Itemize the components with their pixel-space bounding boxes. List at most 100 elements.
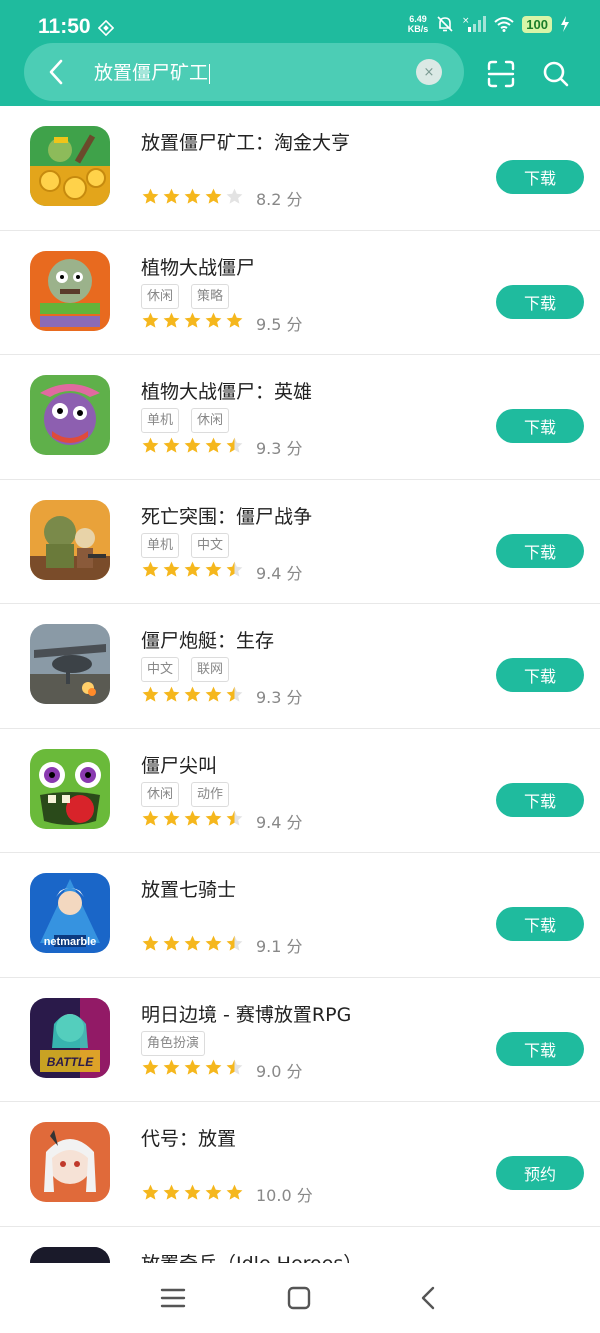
app-tag: 中文 bbox=[191, 532, 230, 558]
bell-muted-icon bbox=[437, 16, 453, 32]
svg-text:BATTLE: BATTLE bbox=[47, 1055, 94, 1069]
chevron-left-icon bbox=[49, 59, 63, 85]
clear-search-button[interactable]: × bbox=[416, 59, 442, 85]
plants-vs-zombies-icon[interactable] bbox=[30, 250, 110, 331]
gold-coins-zombie-miner-icon[interactable] bbox=[30, 126, 110, 206]
app-list-item[interactable]: 僵尸炮艇：生存 中文 联网 9.3 分 下载 bbox=[0, 604, 600, 729]
reserve-button[interactable]: 预约 bbox=[496, 1156, 584, 1190]
download-button[interactable]: 下载 bbox=[496, 658, 584, 692]
scan-icon[interactable] bbox=[487, 60, 515, 88]
app-rating: 8.2 分 bbox=[141, 186, 303, 210]
download-button[interactable]: 下载 bbox=[496, 160, 584, 194]
download-button[interactable]: 下载 bbox=[496, 907, 584, 941]
menu-icon[interactable] bbox=[160, 1286, 186, 1310]
app-list-item[interactable]: 植物大战僵尸 休闲 策略 9.5 分 下载 bbox=[0, 231, 600, 355]
status-indicators: 6.49 KB/s × 100 bbox=[408, 14, 570, 34]
download-button[interactable]: 下载 bbox=[496, 284, 584, 319]
download-button[interactable]: 下载 bbox=[496, 409, 584, 443]
back-icon[interactable] bbox=[418, 1285, 438, 1311]
app-title[interactable]: 明日边境 - 赛博放置RPG bbox=[141, 1000, 351, 1027]
zombie-gunship-icon[interactable] bbox=[30, 624, 110, 704]
home-icon[interactable] bbox=[287, 1286, 311, 1310]
app-tags: 休闲 动作 bbox=[141, 781, 230, 807]
star-icon bbox=[204, 311, 223, 334]
rating-stars bbox=[141, 809, 244, 832]
star-icon bbox=[183, 187, 202, 210]
app-tag: 动作 bbox=[191, 781, 230, 807]
star-icon bbox=[225, 187, 244, 210]
app-list-item[interactable]: 死亡突围：僵尸战争 单机 中文 9.4 分 下载 bbox=[0, 480, 600, 604]
app-tag: 中文 bbox=[141, 657, 180, 682]
app-tag: 休闲 bbox=[141, 283, 180, 309]
app-tags: 单机 中文 bbox=[141, 532, 230, 558]
app-tag: 休闲 bbox=[141, 781, 180, 807]
app-list-item[interactable]: 放置僵尸矿工：淘金大亨 8.2 分 下载 bbox=[0, 106, 600, 231]
anime-girl-icon[interactable] bbox=[30, 1122, 110, 1202]
rating-stars bbox=[141, 1183, 244, 1206]
idle-heroes-icon[interactable] bbox=[30, 1246, 110, 1263]
download-button[interactable]: 下载 bbox=[496, 1031, 584, 1066]
app-title[interactable]: 僵尸炮艇：生存 bbox=[141, 626, 274, 653]
search-query: 放置僵尸矿工 bbox=[94, 62, 209, 84]
star-icon bbox=[162, 685, 181, 708]
star-icon bbox=[225, 1058, 244, 1081]
app-score: 8.2 分 bbox=[256, 190, 303, 209]
system-nav-bar bbox=[0, 1263, 600, 1333]
app-title[interactable]: 放置僵尸矿工：淘金大亨 bbox=[141, 128, 350, 155]
app-list-item[interactable]: BATTLE 明日边境 - 赛博放置RPG 角色扮演 9.0 分 下载 bbox=[0, 978, 600, 1102]
star-icon bbox=[141, 1183, 160, 1206]
text-caret bbox=[209, 63, 211, 84]
star-icon bbox=[204, 560, 223, 583]
app-title[interactable]: 僵尸尖叫 bbox=[141, 751, 217, 778]
zombie-tsunami-icon[interactable] bbox=[30, 748, 110, 829]
app-title[interactable]: 植物大战僵尸 bbox=[141, 253, 255, 280]
app-title[interactable]: 放置七骑士 bbox=[141, 875, 236, 902]
rating-stars bbox=[141, 1058, 244, 1081]
app-rating: 9.5 分 bbox=[141, 311, 303, 335]
search-icon[interactable] bbox=[542, 60, 570, 88]
net-speed-value: 6.49 bbox=[409, 14, 427, 24]
app-list-item[interactable]: 僵尸尖叫休闲 动作 9.4 分 下载 bbox=[0, 729, 600, 853]
rating-stars bbox=[141, 685, 244, 708]
search-results-list: 放置僵尸矿工：淘金大亨 8.2 分下载 植物大战僵尸 休闲 策略 9.5 分下载 植物大战僵… bbox=[0, 106, 600, 1263]
search-header: 放置僵尸矿工 × bbox=[0, 42, 600, 106]
star-icon bbox=[183, 311, 202, 334]
app-title[interactable]: 代号：放置 bbox=[141, 1124, 236, 1151]
app-title[interactable]: 死亡突围：僵尸战争 bbox=[141, 502, 312, 529]
back-button[interactable] bbox=[42, 57, 70, 87]
app-title[interactable]: 放置奇兵（Idle Heroes） bbox=[141, 1249, 362, 1264]
pvz-heroes-icon[interactable] bbox=[30, 375, 110, 455]
netmarble-knight-icon[interactable]: netmarble bbox=[30, 873, 110, 953]
wifi-icon bbox=[494, 17, 514, 32]
app-list-item[interactable]: 代号：放置 10.0 分 预约 bbox=[0, 1102, 600, 1227]
status-bar: 11:50 6.49 KB/s × 100 bbox=[0, 0, 600, 42]
app-title[interactable]: 植物大战僵尸：英雄 bbox=[141, 377, 312, 404]
rating-stars bbox=[141, 436, 244, 459]
app-rating: 9.3 分 bbox=[141, 684, 303, 708]
app-score: 9.4 分 bbox=[256, 563, 303, 583]
app-list-item[interactable]: 放置奇兵（Idle Heroes） bbox=[0, 1227, 600, 1264]
app-list-item[interactable]: 植物大战僵尸：英雄 单机 休闲 9.3 分 下载 bbox=[0, 355, 600, 480]
dead-ahead-zombie-warfare-icon[interactable] bbox=[30, 499, 110, 580]
download-button[interactable]: 下载 bbox=[496, 533, 584, 568]
signal-icon: × bbox=[462, 16, 487, 32]
star-icon bbox=[204, 1058, 223, 1081]
star-icon bbox=[225, 934, 244, 957]
download-button[interactable]: 下载 bbox=[496, 782, 584, 817]
battle-night-cyber-girl-icon[interactable]: BATTLE bbox=[30, 997, 110, 1078]
star-icon bbox=[162, 187, 181, 210]
search-input[interactable]: 放置僵尸矿工 bbox=[94, 58, 211, 85]
star-icon bbox=[162, 1183, 181, 1206]
search-box[interactable]: 放置僵尸矿工 × bbox=[24, 43, 464, 101]
diamond-icon bbox=[98, 20, 114, 36]
app-list-item[interactable]: netmarble 放置七骑士 9.1 分 下载 bbox=[0, 853, 600, 978]
svg-text:netmarble: netmarble bbox=[44, 936, 97, 948]
star-icon bbox=[183, 560, 202, 583]
app-tag: 休闲 bbox=[191, 408, 230, 433]
app-score: 9.4 分 bbox=[256, 812, 303, 832]
star-icon bbox=[225, 1183, 244, 1206]
star-icon bbox=[183, 1183, 202, 1206]
star-icon bbox=[162, 1058, 181, 1081]
star-icon bbox=[204, 809, 223, 832]
app-rating: 9.4 分 bbox=[141, 809, 303, 833]
